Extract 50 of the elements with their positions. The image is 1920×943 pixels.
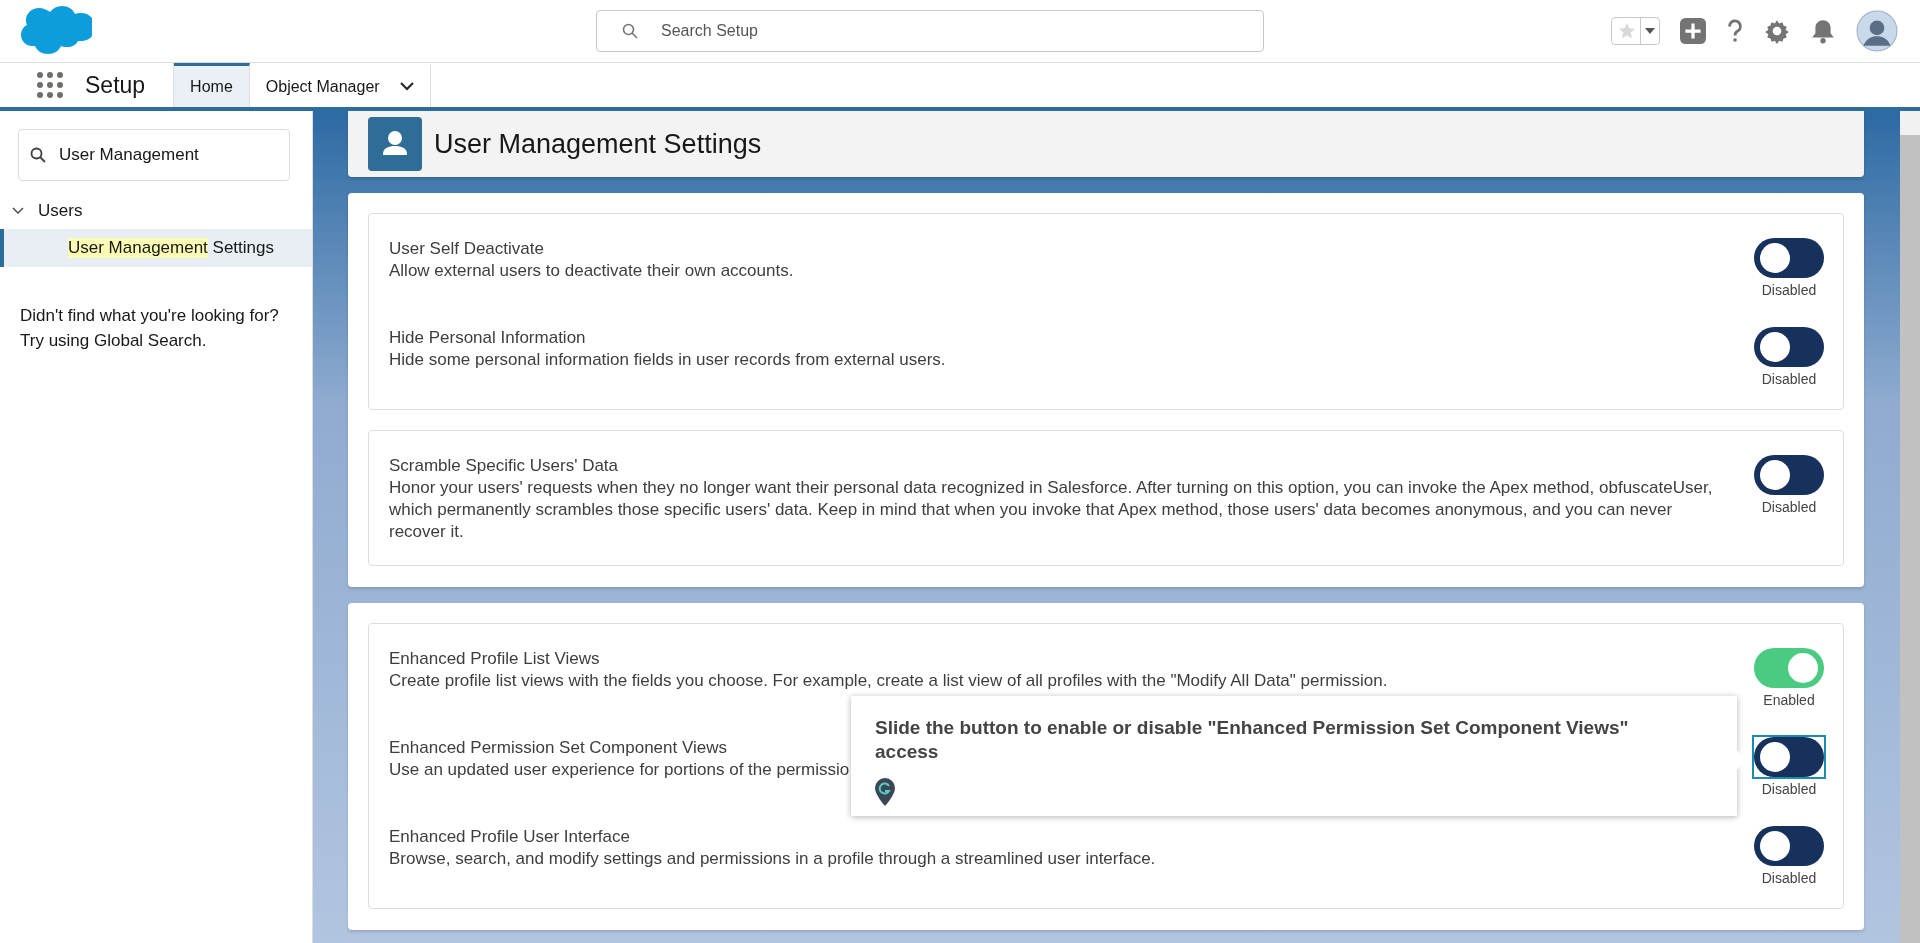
chevron-down-icon[interactable] bbox=[12, 207, 24, 215]
toggle-status: Disabled bbox=[1761, 870, 1817, 886]
tab[interactable]: Home bbox=[174, 63, 250, 107]
bell-icon[interactable] bbox=[1810, 18, 1836, 44]
favorites-button[interactable] bbox=[1611, 17, 1660, 45]
toggle-switch[interactable] bbox=[1754, 455, 1824, 495]
toggle-switch[interactable] bbox=[1754, 238, 1824, 278]
help-text: Try using Global Search. bbox=[20, 330, 208, 352]
tree-item[interactable]: User Management Settings bbox=[0, 229, 312, 267]
help-icon[interactable] bbox=[1726, 18, 1744, 44]
user-icon bbox=[368, 117, 422, 171]
search-field[interactable]: User Management bbox=[18, 129, 290, 181]
toggle-status: Disabled bbox=[1761, 499, 1817, 515]
setting-description: Browse, search, and modify settings and permissions in a profile through a streamlined user interface. bbox=[389, 848, 1156, 870]
search-field[interactable]: Search Setup bbox=[596, 10, 1264, 52]
tooltip-text: Slide the button to enable or disable "Enhanced Permission Set Component Views" access bbox=[875, 716, 1630, 764]
toggle-switch[interactable] bbox=[1754, 826, 1824, 866]
tree-item[interactable]: Users bbox=[38, 201, 83, 221]
toggle-status: Enabled bbox=[1763, 692, 1815, 708]
app-name: Setup bbox=[85, 71, 146, 99]
setting-title: Scramble Specific Users' Data bbox=[389, 455, 620, 477]
toggle-status: Disabled bbox=[1761, 781, 1817, 797]
search-icon bbox=[622, 23, 638, 39]
setting-description: Allow external users to deactivate their own accounts. bbox=[389, 260, 794, 282]
setting-title: Enhanced Permission Set Component Views bbox=[389, 737, 728, 759]
setting-description: Hide some personal information fields in user records from external users. bbox=[389, 349, 946, 371]
pin-icon bbox=[875, 778, 895, 806]
page-title: User Management Settings bbox=[434, 128, 762, 160]
setting-title: User Self Deactivate bbox=[389, 238, 545, 260]
cloud-logo[interactable] bbox=[20, 6, 92, 56]
search-icon bbox=[30, 147, 46, 163]
caret-icon bbox=[1645, 28, 1655, 34]
setting-title: Hide Personal Information bbox=[389, 327, 587, 349]
avatar-icon[interactable] bbox=[1856, 10, 1898, 52]
help-text: Didn't find what you're looking for? bbox=[20, 305, 280, 327]
setting-description: Use an updated user experience for portions of the permissio bbox=[389, 759, 850, 781]
app-launcher-icon[interactable] bbox=[37, 72, 63, 98]
setting-description: Honor your users' requests when they no longer want their personal data recognized in Salesforce. After turning on this option, you can invoke the Apex method, obfuscateUser, which permanently scrambles those specific users' data. Keep in mind that when you invoke that Apex method, those users' data becomes anonymous, and you can never recover it. bbox=[389, 477, 1714, 543]
tab[interactable]: Object Manager bbox=[249, 63, 431, 107]
setting-description: Create profile list views with the fields you choose. For example, create a list view of all profiles with the "Modify All Data" permission. bbox=[389, 670, 1388, 692]
chevron-down-icon bbox=[399, 82, 414, 91]
setting-title: Enhanced Profile User Interface bbox=[389, 826, 631, 848]
plus-icon[interactable] bbox=[1680, 18, 1706, 44]
toggle-status: Disabled bbox=[1761, 371, 1817, 387]
star-icon bbox=[1618, 22, 1636, 40]
toggle-status: Disabled bbox=[1761, 282, 1817, 298]
toggle-switch[interactable] bbox=[1754, 648, 1824, 688]
settings-icon[interactable] bbox=[1764, 18, 1790, 44]
toggle-switch[interactable] bbox=[1754, 327, 1824, 367]
setting-title: Enhanced Profile List Views bbox=[389, 648, 601, 670]
